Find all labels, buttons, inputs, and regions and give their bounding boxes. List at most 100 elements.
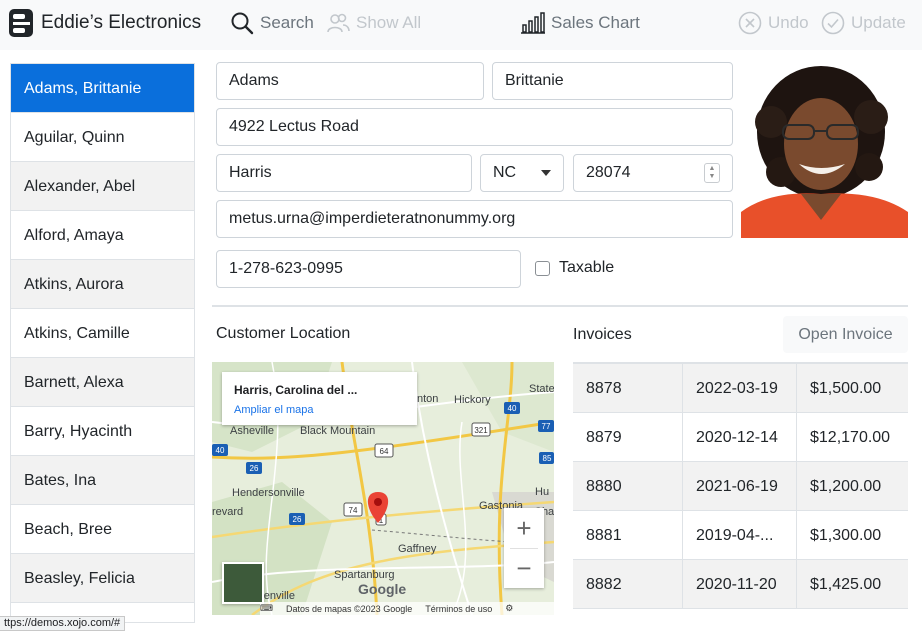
highway-shield: 26 [246,462,262,474]
city-input[interactable] [216,154,472,192]
first-name-input[interactable] [492,62,733,100]
customer-list-item[interactable]: Beach, Bree [11,505,194,554]
customer-list-item[interactable]: Atkins, Aurora [11,260,194,309]
show-all-label: Show All [356,13,422,32]
state-select[interactable]: NC [480,154,564,192]
highway-shield: 321 [471,422,491,437]
invoice-row[interactable]: 8881 2019-04-... $1,300.00 [573,511,908,560]
open-invoice-button[interactable]: Open Invoice [783,316,908,353]
keyboard-icon[interactable]: ⌨ [260,603,273,614]
state-value: NC [493,164,517,181]
zoom-in-button[interactable]: + [504,508,544,548]
highway-shield: 74 [343,502,363,517]
sales-chart-label: Sales Chart [551,13,640,32]
phone-input[interactable] [216,250,521,288]
undo-button[interactable]: Undo [738,0,809,46]
last-name-input[interactable] [216,62,484,100]
map-zoom-control: + − [504,508,544,588]
invoice-row[interactable]: 8879 2020-12-14 $12,170.00 [573,413,908,462]
toolbar: Eddie’s Electronics Search Show All Sale… [0,0,922,50]
section-divider [212,305,908,307]
map-label-spartanburg: Spartanburg [334,569,395,581]
customer-list[interactable]: Adams, Brittanie Aguilar, Quinn Alexander,… [10,63,195,623]
customer-list-item[interactable]: Alford, Amaya [11,211,194,260]
address-input[interactable] [216,108,733,146]
status-bar-url: ttps://demos.xojo.com/# [0,616,126,631]
invoice-date: 2020-11-20 [683,560,797,608]
invoice-amount: $1,200.00 [810,478,882,495]
customer-location-title: Customer Location [216,325,351,342]
customer-map[interactable]: State nton Hickory Asheville Black Mount… [212,362,554,615]
map-report-icon[interactable]: ⚙ [505,603,513,614]
customer-photo [741,62,908,238]
taxable-checkbox-row[interactable]: Taxable [535,259,614,277]
brand-logo-icon [9,9,33,37]
highway-shield: 64 [374,443,394,458]
map-terms-link[interactable]: Términos de uso [425,604,492,614]
invoice-date: 2021-06-19 [683,462,797,510]
email-input[interactable] [216,200,733,238]
svg-text:64: 64 [380,447,389,456]
check-circle-icon [821,11,845,35]
zip-value: 28074 [586,164,631,181]
map-label-gaffney: Gaffney [398,543,437,555]
invoice-amount: $1,300.00 [810,527,882,544]
invoice-row[interactable]: 8880 2021-06-19 $1,200.00 [573,462,908,511]
invoice-number: 8881 [573,511,683,559]
caret-down-icon [541,170,551,176]
customer-list-item[interactable]: Adams, Brittanie [11,64,194,113]
svg-text:26: 26 [293,515,302,524]
svg-text:40: 40 [216,446,225,455]
update-button[interactable]: Update [821,0,906,46]
map-label-asheville: Asheville [230,425,274,437]
map-label-hendersonville: Hendersonville [232,487,305,499]
highway-shield: 26 [289,513,305,525]
invoice-number: 8880 [573,462,683,510]
bar-chart-icon [521,12,545,34]
taxable-checkbox[interactable] [535,260,550,276]
svg-text:85: 85 [543,454,552,463]
invoice-row[interactable]: 8878 2022-03-19 $1,500.00 [573,364,908,413]
zip-input[interactable]: 28074 ▲ ▼ [573,154,733,192]
highway-shield: 40 [212,444,228,456]
update-label: Update [851,13,906,32]
sales-chart-button[interactable]: Sales Chart [521,0,640,46]
customer-list-item[interactable]: Aguilar, Quinn [11,113,194,162]
google-logo: Google [358,581,407,597]
map-label-black-mountain: Black Mountain [300,425,375,437]
map-label-hu: Hu [535,486,549,498]
map-label-state: State [529,383,554,395]
highway-shield: 40 [504,402,520,414]
customer-list-item[interactable]: Atkins, Camille [11,309,194,358]
show-all-button[interactable]: Show All [326,0,421,46]
brand[interactable]: Eddie’s Electronics [8,0,201,46]
highway-shield: 85 [539,452,554,464]
stepper-down-icon: ▼ [708,173,716,180]
zip-stepper[interactable]: ▲ ▼ [704,163,720,183]
invoice-amount: $12,170.00 [810,429,891,446]
invoice-number: 8878 [573,364,683,412]
users-icon [327,13,350,33]
zoom-out-button[interactable]: − [504,548,544,588]
map-label-hickory: Hickory [454,394,491,406]
undo-label: Undo [768,13,809,32]
invoice-number: 8879 [573,413,683,461]
customer-list-item[interactable]: Barry, Hyacinth [11,407,194,456]
invoices-title: Invoices [573,326,632,343]
map-enlarge-link[interactable]: Ampliar el mapa [234,404,313,416]
customer-list-item[interactable]: Beasley, Felicia [11,554,194,603]
search-icon [231,12,254,35]
customer-list-item[interactable]: Bates, Ina [11,456,194,505]
invoice-amount: $1,425.00 [810,576,882,593]
svg-text:40: 40 [508,404,517,413]
close-circle-icon [738,11,762,35]
invoice-row[interactable]: 8882 2020-11-20 $1,425.00 [573,560,908,609]
invoices-table[interactable]: 8878 2022-03-19 $1,500.00 8879 2020-12-14 $12… [573,362,908,615]
customer-list-item[interactable]: Barnett, Alexa [11,358,194,407]
invoice-amount: $1,500.00 [810,380,882,397]
brand-name: Eddie’s Electronics [41,12,202,33]
map-satellite-toggle[interactable] [222,562,264,604]
search-button[interactable]: Search [230,0,314,46]
invoice-date: 2022-03-19 [683,364,797,412]
customer-list-item[interactable]: Alexander, Abel [11,162,194,211]
